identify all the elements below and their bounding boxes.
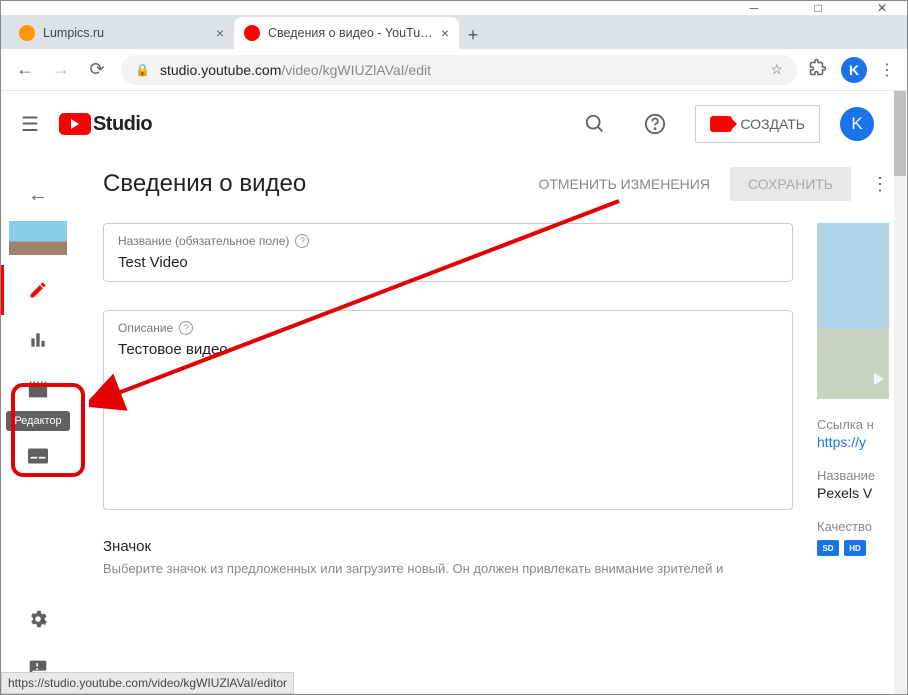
scrollbar[interactable]: [894, 91, 906, 694]
cancel-changes-button[interactable]: ОТМЕНИТЬ ИЗМЕНЕНИЯ: [538, 176, 710, 192]
lock-icon: 🔒: [135, 63, 150, 77]
title-field-label: Название (обязательное поле) ?: [118, 234, 778, 248]
studio-header: ☰ Studio СОЗДАТЬ K: [1, 91, 894, 157]
studio-logo[interactable]: Studio: [59, 113, 152, 136]
main-content: Сведения о видео ОТМЕНИТЬ ИЗМЕНЕНИЯ СОХР…: [75, 157, 907, 694]
description-field[interactable]: Описание ? Тестовое видео: [103, 310, 793, 510]
sidebar-back-button[interactable]: ←: [28, 175, 48, 215]
extensions-icon[interactable]: [809, 58, 829, 81]
toolbar: ← → ⟳ 🔒 studio.youtube.com/video/kgWIUZl…: [1, 49, 907, 91]
filename-label: Название: [817, 468, 889, 483]
filename-value: Pexels V: [817, 485, 889, 501]
video-icon: [710, 116, 732, 132]
quality-badges: SD HD: [817, 540, 889, 556]
window-controls: ─ □ ✕: [1, 1, 907, 15]
title-row: Сведения о видео ОТМЕНИТЬ ИЗМЕНЕНИЯ СОХР…: [103, 167, 889, 201]
url-host: studio.youtube.com/video/kgWIUZlAVaI/edi…: [160, 62, 431, 78]
video-thumbnail[interactable]: [9, 221, 67, 255]
form-right: Ссылка н https://y Название Pexels V Кач…: [817, 223, 889, 576]
quality-badge: SD: [817, 540, 839, 556]
help-icon[interactable]: [635, 104, 675, 144]
description-field-value: Тестовое видео: [118, 341, 778, 358]
menu-button[interactable]: ⋮: [879, 60, 895, 80]
sidebar-item-settings[interactable]: [1, 594, 75, 644]
sidebar: ← Редактор: [1, 157, 75, 694]
browser-tab-2[interactable]: Сведения о видео - YouTube St ×: [234, 17, 459, 49]
create-button[interactable]: СОЗДАТЬ: [695, 105, 820, 143]
close-icon[interactable]: ×: [216, 25, 224, 41]
address-bar[interactable]: 🔒 studio.youtube.com/video/kgWIUZlAVaI/e…: [121, 55, 797, 85]
status-bar: https://studio.youtube.com/video/kgWIUZl…: [1, 672, 294, 694]
form-left: Название (обязательное поле) ? Test Vide…: [103, 223, 793, 576]
thumbnail-description: Выберите значок из предложенных или загр…: [103, 561, 793, 576]
create-label: СОЗДАТЬ: [740, 116, 805, 132]
browser-tab-1[interactable]: Lumpics.ru ×: [9, 17, 234, 49]
favicon-icon: [244, 25, 260, 41]
sidebar-item-comments[interactable]: [1, 431, 75, 481]
sidebar-item-editor[interactable]: [1, 365, 75, 415]
logo-text: Studio: [93, 113, 152, 136]
bookmark-icon[interactable]: ☆: [770, 61, 783, 78]
forward-button[interactable]: →: [49, 59, 73, 80]
more-options-button[interactable]: ⋮: [871, 174, 889, 195]
video-preview[interactable]: [817, 223, 889, 399]
sidebar-item-analytics[interactable]: [1, 315, 75, 365]
quality-badge: HD: [844, 540, 866, 556]
tab-title: Сведения о видео - YouTube St: [268, 26, 433, 40]
profile-button[interactable]: K: [841, 57, 867, 83]
save-button[interactable]: СОХРАНИТЬ: [730, 167, 851, 201]
tab-title: Lumpics.ru: [43, 26, 208, 40]
new-tab-button[interactable]: +: [459, 21, 487, 49]
help-icon[interactable]: ?: [295, 234, 309, 248]
help-icon[interactable]: ?: [179, 321, 193, 335]
page-title: Сведения о видео: [103, 170, 306, 198]
body: ← Редактор Сведения о видео ОТМЕНИТЬ ИЗМ…: [1, 157, 907, 694]
thumbnail-title: Значок: [103, 538, 793, 555]
favicon-icon: [19, 25, 35, 41]
back-button[interactable]: ←: [13, 59, 37, 80]
avatar[interactable]: K: [840, 107, 874, 141]
title-field[interactable]: Название (обязательное поле) ? Test Vide…: [103, 223, 793, 282]
description-field-label: Описание ?: [118, 321, 778, 335]
form-area: Название (обязательное поле) ? Test Vide…: [103, 223, 889, 576]
link-label: Ссылка н: [817, 417, 889, 432]
video-link[interactable]: https://y: [817, 434, 889, 450]
title-field-value: Test Video: [118, 254, 778, 271]
search-icon[interactable]: [575, 104, 615, 144]
thumbnail-section: Значок Выберите значок из предложенных и…: [103, 538, 793, 576]
tab-strip: Lumpics.ru × Сведения о видео - YouTube …: [1, 15, 907, 49]
quality-label: Качество: [817, 519, 889, 534]
scrollbar-thumb[interactable]: [894, 91, 906, 176]
close-icon[interactable]: ×: [441, 25, 449, 41]
youtube-icon: [59, 113, 91, 135]
sidebar-item-details[interactable]: [1, 265, 75, 315]
menu-icon[interactable]: ☰: [21, 112, 39, 137]
reload-button[interactable]: ⟳: [85, 59, 109, 80]
